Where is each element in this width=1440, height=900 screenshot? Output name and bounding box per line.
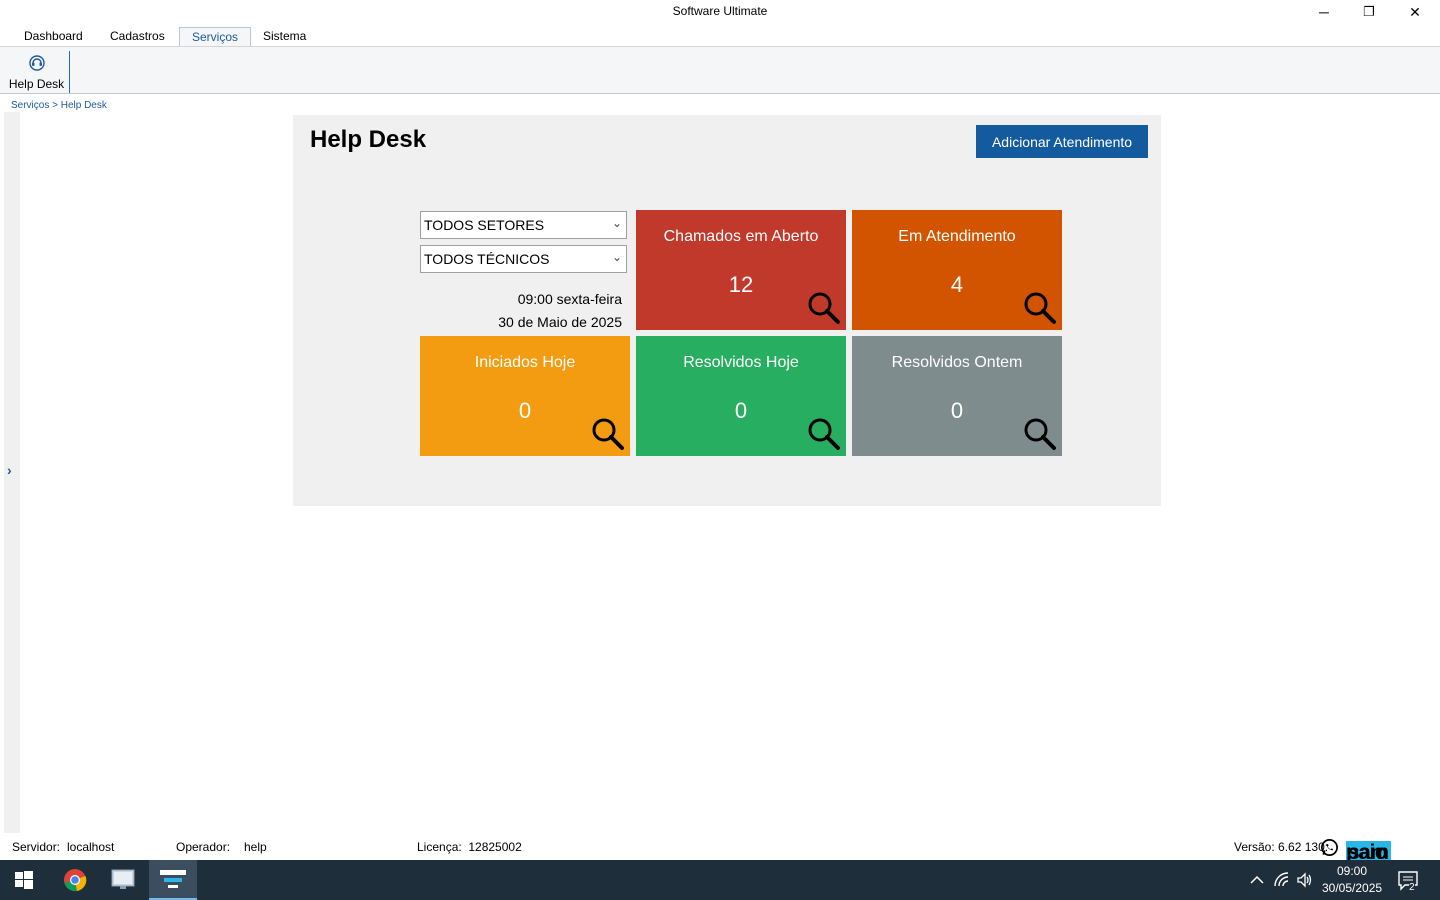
remote-desktop-icon[interactable] — [99, 860, 147, 900]
taskbar: 09:00 30/05/2025 2 — [0, 860, 1440, 900]
tab-cadastros[interactable]: Cadastros — [98, 27, 177, 46]
card-resolved-yesterday[interactable]: Resolvidos Ontem 0 — [852, 336, 1062, 456]
card-started-today[interactable]: Iniciados Hoje 0 — [420, 336, 630, 456]
card-in-progress[interactable]: Em Atendimento 4 — [852, 210, 1062, 330]
server-value: localhost — [67, 840, 115, 854]
notification-count: 2 — [1409, 882, 1415, 893]
clock-date[interactable]: 30/05/2025 — [1322, 881, 1382, 895]
helpdesk-ribbon-button[interactable]: Help Desk — [4, 51, 70, 93]
volume-icon[interactable] — [1297, 872, 1313, 888]
tab-sistema[interactable]: Sistema — [251, 27, 318, 46]
ribbon: Help Desk — [0, 46, 1440, 94]
server-label: Servidor: — [12, 840, 61, 854]
restore-button[interactable]: ❐ — [1346, 0, 1392, 24]
whatsapp-icon[interactable] — [1320, 838, 1339, 857]
chrome-icon[interactable] — [51, 860, 99, 900]
version-info: Versão: 6.62 130: — [1234, 840, 1329, 854]
network-icon[interactable] — [1274, 872, 1290, 888]
window-title: Software Ultimate — [672, 4, 768, 18]
sector-select-value: TODOS SETORES — [424, 217, 545, 233]
chevron-down-icon: ⌄ — [611, 216, 622, 230]
technician-select[interactable]: TODOS TÉCNICOS ⌄ — [420, 245, 627, 273]
current-date: 30 de Maio de 2025 — [498, 314, 622, 330]
chevron-right-icon[interactable]: › — [7, 462, 12, 478]
tab-servicos[interactable]: Serviços — [179, 27, 252, 46]
search-icon[interactable] — [590, 416, 626, 452]
page-title: Help Desk — [310, 126, 427, 153]
operator-value: help — [244, 840, 267, 854]
search-icon[interactable] — [806, 416, 842, 452]
breadcrumb[interactable]: Serviços > Help Desk — [11, 100, 107, 111]
clock-time[interactable]: 09:00 — [1322, 864, 1382, 878]
add-attendance-button[interactable]: Adicionar Atendimento — [976, 125, 1148, 158]
software-ultimate-taskbar-icon[interactable] — [149, 860, 197, 900]
windows-start-icon[interactable] — [0, 860, 48, 900]
status-bar: Servidor: localhost Operador: help Licen… — [0, 834, 1440, 865]
operator-label: Operador: — [176, 840, 231, 854]
card-title: Em Atendimento — [898, 228, 1016, 245]
card-title: Resolvidos Hoje — [683, 354, 799, 371]
helpdesk-ribbon-label: Help Desk — [8, 77, 65, 91]
card-title: Resolvidos Ontem — [891, 354, 1023, 371]
current-time: 09:00 sexta-feira — [517, 291, 622, 307]
card-open-tickets[interactable]: Chamados em Aberto 12 — [636, 210, 846, 330]
collapsed-sidebar[interactable]: › — [4, 112, 20, 833]
title-bar: Software Ultimate ─ ❐ ✕ — [0, 0, 1440, 24]
license-info: Licença: 12825002 — [417, 840, 522, 854]
helpdesk-icon — [28, 55, 45, 71]
minimize-button[interactable]: ─ — [1301, 0, 1347, 24]
tab-dashboard[interactable]: Dashboard — [12, 27, 95, 46]
chevron-down-icon: ⌄ — [611, 250, 622, 264]
search-icon[interactable] — [1022, 416, 1058, 452]
search-icon[interactable] — [806, 290, 842, 326]
search-icon[interactable] — [1022, 290, 1058, 326]
card-resolved-today[interactable]: Resolvidos Hoje 0 — [636, 336, 846, 456]
technician-select-value: TODOS TÉCNICOS — [424, 251, 550, 267]
helpdesk-panel: Help Desk Adicionar Atendimento TODOS SE… — [293, 115, 1161, 506]
card-title: Chamados em Aberto — [663, 228, 819, 245]
ribbon-tabs: Dashboard Cadastros Serviços Sistema — [0, 24, 1440, 46]
sector-select[interactable]: TODOS SETORES ⌄ — [420, 211, 627, 239]
card-title: Iniciados Hoje — [474, 354, 576, 371]
chevron-up-icon[interactable] — [1250, 873, 1264, 887]
close-button[interactable]: ✕ — [1392, 0, 1438, 24]
